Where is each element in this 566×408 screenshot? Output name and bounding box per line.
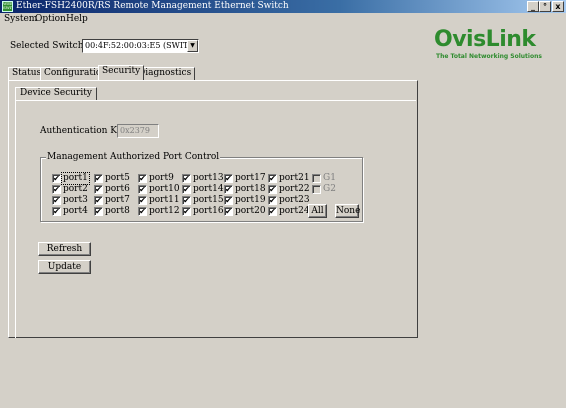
- port-checkbox[interactable]: ✔: [268, 174, 277, 183]
- port-checkbox[interactable]: ✔: [52, 185, 61, 194]
- gigabit-port-checkbox[interactable]: [312, 174, 321, 183]
- port-checkbox[interactable]: ✔: [138, 185, 147, 194]
- port-label: port5: [105, 173, 130, 183]
- port-label: port24: [279, 206, 310, 216]
- tab-security[interactable]: Security: [98, 65, 145, 80]
- port-label: port11: [149, 195, 180, 205]
- port-label: port19: [235, 195, 266, 205]
- logo-brand: OvisLink: [434, 27, 536, 52]
- port-control-title: Management Authorized Port Control: [46, 152, 221, 162]
- port-checkbox[interactable]: ✔: [224, 207, 233, 216]
- app-icon[interactable]: WEB SWITCH: [2, 1, 13, 12]
- menu-option[interactable]: Option: [35, 14, 66, 25]
- port-label: port23: [279, 195, 310, 205]
- port-checkbox[interactable]: ✔: [268, 196, 277, 205]
- port-label: port3: [63, 195, 88, 205]
- gigabit-port-label: G2: [323, 184, 336, 194]
- gigabit-port-checkbox[interactable]: [312, 185, 321, 194]
- port-checkbox[interactable]: ✔: [182, 185, 191, 194]
- close-button[interactable]: x: [552, 1, 564, 12]
- chevron-down-icon[interactable]: ▼: [187, 40, 198, 52]
- menu-bar: System Option Help: [0, 13, 566, 26]
- update-button[interactable]: Update: [38, 260, 91, 274]
- select-all-button[interactable]: All: [308, 204, 327, 218]
- port-checkbox[interactable]: ✔: [182, 174, 191, 183]
- title-bar: WEB SWITCH Ether-FSH2400R/RS Remote Mana…: [0, 0, 566, 13]
- port-label: port8: [105, 206, 130, 216]
- port-checkbox[interactable]: ✔: [52, 196, 61, 205]
- switch-mac-value: 00:4F:52:00:03:E5 (SWITCH: [85, 41, 199, 50]
- port-label: port10: [149, 184, 180, 194]
- auth-key-field: 0x2379: [117, 124, 159, 138]
- port-label: port13: [193, 173, 224, 183]
- port-checkbox[interactable]: ✔: [224, 196, 233, 205]
- port-label: port15: [193, 195, 224, 205]
- port-label: port18: [235, 184, 266, 194]
- port-checkbox[interactable]: ✔: [94, 174, 103, 183]
- port-label: port7: [105, 195, 130, 205]
- port-checkbox[interactable]: ✔: [182, 196, 191, 205]
- port-checkbox[interactable]: ✔: [52, 207, 61, 216]
- tab-device-security[interactable]: Device Security: [15, 87, 97, 100]
- maximize-button[interactable]: °: [539, 1, 551, 12]
- port-label: port22: [279, 184, 310, 194]
- port-label: port20: [235, 206, 266, 216]
- port-label: port4: [63, 206, 88, 216]
- port-label: port12: [149, 206, 180, 216]
- port-checkbox[interactable]: ✔: [94, 196, 103, 205]
- port-checkbox[interactable]: ✔: [138, 196, 147, 205]
- window-title: Ether-FSH2400R/RS Remote Management Ethe…: [16, 1, 289, 11]
- port-checkbox[interactable]: ✔: [138, 174, 147, 183]
- gigabit-port-label: G1: [323, 173, 336, 183]
- ovislink-logo: OvisLink The Total Networking Solutions: [434, 28, 559, 64]
- port-checkbox[interactable]: ✔: [52, 174, 61, 183]
- port-checkbox[interactable]: ✔: [94, 185, 103, 194]
- port-checkbox[interactable]: ✔: [182, 207, 191, 216]
- logo-tagline: The Total Networking Solutions: [436, 53, 542, 60]
- menu-system[interactable]: System: [4, 14, 37, 25]
- port-label: port2: [63, 184, 88, 194]
- switch-mac-select[interactable]: 00:4F:52:00:03:E5 (SWITCH ▼: [82, 39, 199, 53]
- minimize-button[interactable]: _: [527, 1, 539, 12]
- port-checkbox[interactable]: ✔: [268, 185, 277, 194]
- port-checkbox[interactable]: ✔: [94, 207, 103, 216]
- port-label: port6: [105, 184, 130, 194]
- port-label: port16: [193, 206, 224, 216]
- port-checkbox[interactable]: ✔: [138, 207, 147, 216]
- port-label: port1: [61, 172, 90, 185]
- select-none-button[interactable]: None: [335, 204, 360, 218]
- port-checkbox[interactable]: ✔: [268, 207, 277, 216]
- port-label: port21: [279, 173, 310, 183]
- port-checkbox[interactable]: ✔: [224, 185, 233, 194]
- port-label: port9: [149, 173, 174, 183]
- port-checkbox[interactable]: ✔: [224, 174, 233, 183]
- refresh-button[interactable]: Refresh: [38, 242, 91, 256]
- menu-help[interactable]: Help: [66, 14, 88, 25]
- port-label: port14: [193, 184, 224, 194]
- port-label: port17: [235, 173, 266, 183]
